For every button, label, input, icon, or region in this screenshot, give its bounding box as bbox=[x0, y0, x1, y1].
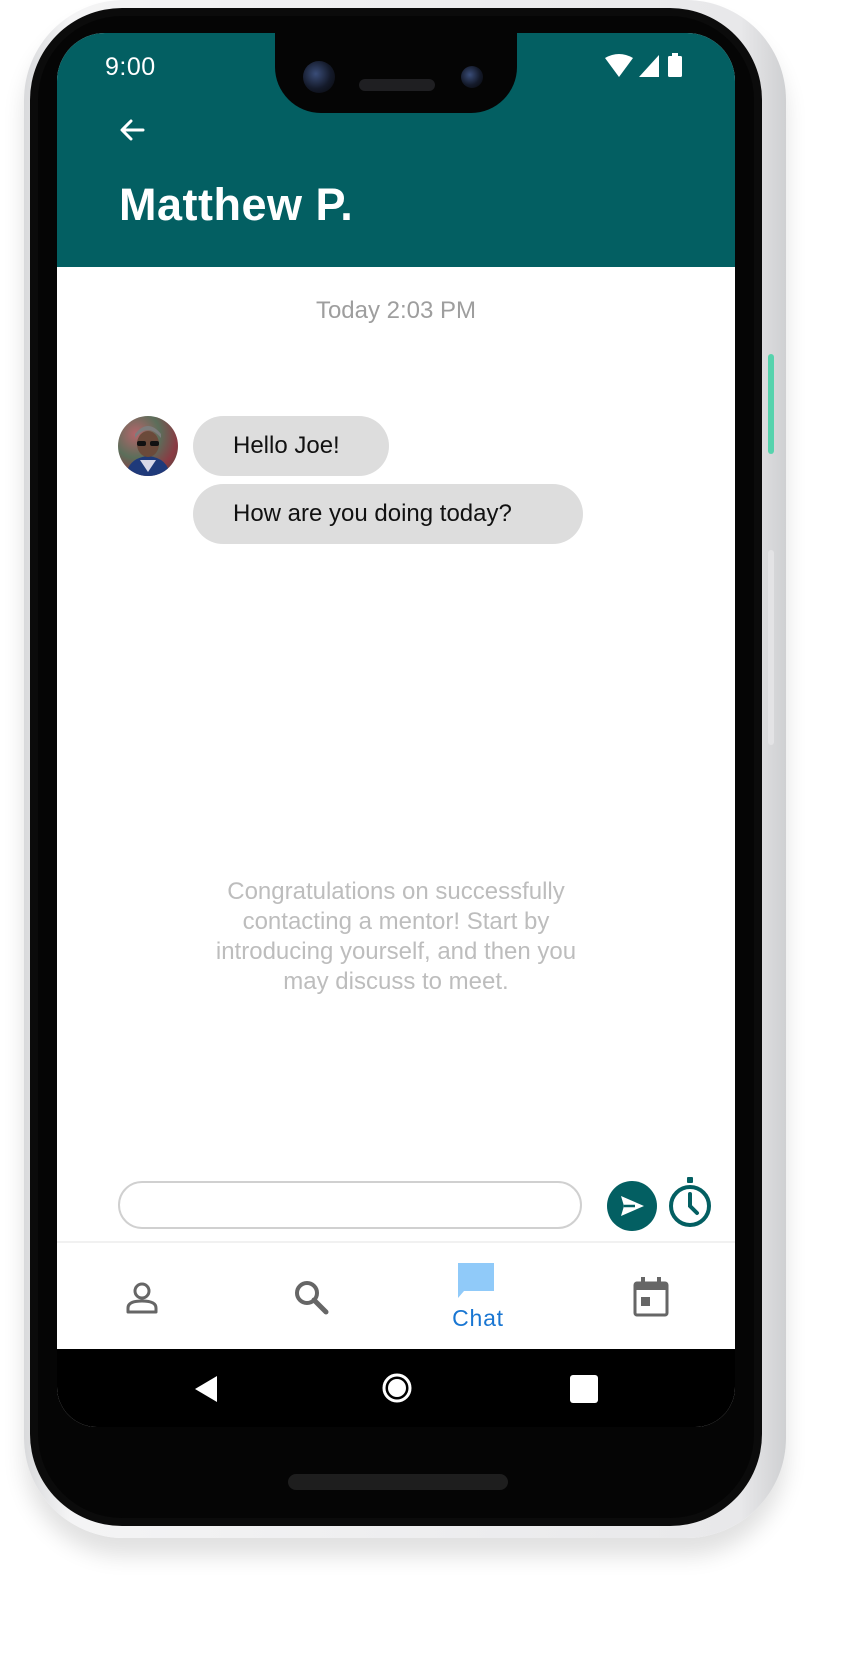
chat-icon bbox=[458, 1263, 494, 1298]
message-text: How are you doing today? bbox=[233, 500, 512, 527]
phone-screen: 9:00 Matthew P. Today 2:03 PM Hello Joe! bbox=[57, 33, 735, 1427]
system-navigation-bar bbox=[57, 1349, 735, 1427]
search-icon bbox=[295, 1281, 329, 1315]
incoming-message-bubble[interactable]: Hello Joe! bbox=[193, 416, 389, 476]
battery-icon bbox=[668, 53, 682, 77]
home-circle-icon[interactable] bbox=[381, 1372, 413, 1404]
nav-label-chat: Chat bbox=[452, 1305, 504, 1331]
camera-notch bbox=[275, 33, 517, 113]
volume-key bbox=[768, 550, 774, 745]
schedule-timer-button[interactable] bbox=[667, 1177, 713, 1229]
message-input[interactable] bbox=[118, 1181, 582, 1229]
profile-icon bbox=[126, 1282, 158, 1314]
send-button[interactable] bbox=[607, 1181, 657, 1231]
contact-avatar[interactable] bbox=[118, 416, 178, 476]
contact-name-title: Matthew P. bbox=[119, 179, 354, 230]
nav-item-profile[interactable] bbox=[97, 1243, 187, 1351]
nav-item-chat[interactable]: Chat bbox=[433, 1243, 523, 1351]
status-icons bbox=[603, 53, 703, 79]
incoming-message-bubble[interactable]: How are you doing today? bbox=[193, 484, 583, 544]
nav-item-calendar[interactable] bbox=[605, 1243, 695, 1351]
calendar-icon bbox=[633, 1277, 669, 1317]
wifi-icon bbox=[605, 54, 633, 77]
power-key bbox=[768, 354, 774, 454]
conversation-timestamp: Today 2:03 PM bbox=[315, 297, 477, 324]
front-sensor bbox=[461, 66, 483, 88]
nav-item-search[interactable] bbox=[265, 1243, 355, 1351]
send-icon bbox=[621, 1196, 644, 1216]
mentor-contact-hint: Congratulations on successfully contacti… bbox=[215, 878, 577, 995]
recent-apps-icon[interactable] bbox=[570, 1375, 598, 1403]
cellular-signal-icon bbox=[639, 55, 659, 77]
message-text: Hello Joe! bbox=[233, 432, 340, 459]
status-time: 9:00 bbox=[105, 53, 156, 81]
timer-icon bbox=[669, 1177, 711, 1227]
back-triangle-icon[interactable] bbox=[193, 1374, 219, 1404]
hardware-speaker-slot bbox=[288, 1474, 508, 1490]
front-camera bbox=[303, 61, 335, 93]
back-arrow-icon[interactable] bbox=[117, 115, 147, 145]
earpiece-speaker bbox=[359, 79, 435, 91]
bottom-navigation: Chat bbox=[57, 1241, 735, 1351]
